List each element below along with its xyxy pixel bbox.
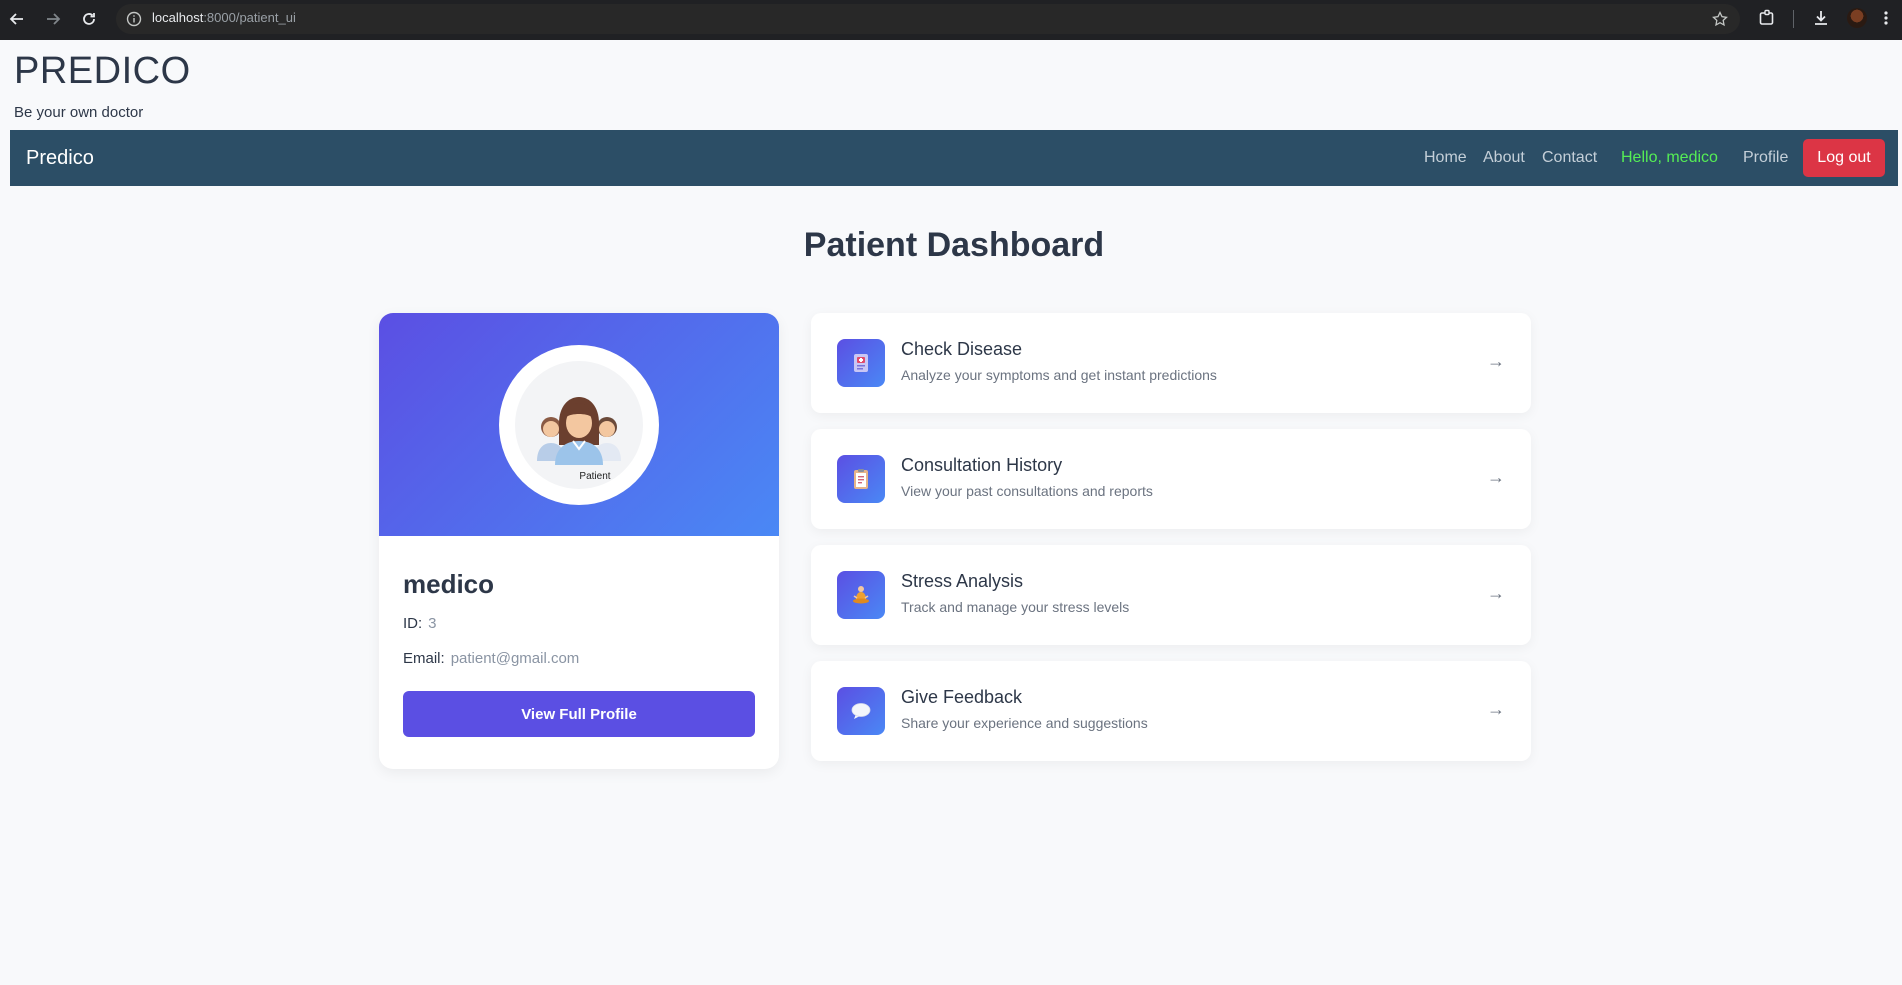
arrow-right-icon: → — [1487, 583, 1505, 603]
bookmark-star-icon[interactable] — [1712, 10, 1728, 27]
view-full-profile-button[interactable]: View Full Profile — [403, 691, 755, 737]
main-navbar: Predico Home About Contact Hello, medico… — [10, 130, 1898, 186]
action-card-check-disease[interactable]: Check Disease Analyze your symptoms and … — [811, 313, 1531, 413]
email-value: patient@gmail.com — [450, 650, 580, 667]
download-icon[interactable] — [1812, 9, 1830, 27]
clipboard-icon — [837, 455, 885, 503]
arrow-right-icon: → — [1487, 467, 1505, 487]
arrow-right-icon: → — [1487, 351, 1505, 371]
arrow-right-icon: → — [1487, 699, 1505, 719]
nav-about[interactable]: About — [1483, 149, 1525, 167]
site-title: PREDICO — [14, 50, 191, 92]
site-tagline: Be your own doctor — [14, 104, 144, 121]
url-path: :8000/patient_ui — [203, 10, 296, 25]
reload-icon[interactable] — [77, 7, 101, 31]
url-text: localhost:8000/patient_ui — [152, 10, 296, 25]
speech-bubble-icon — [837, 687, 885, 735]
profile-id-row: ID: 3 — [403, 615, 437, 632]
id-label: ID: — [403, 615, 423, 632]
profile-email-row: Email: patient@gmail.com — [403, 650, 579, 667]
logout-button[interactable]: Log out — [1803, 139, 1885, 177]
toolbar-divider — [1793, 10, 1794, 28]
profile-card: Patient medico ID: 3 Email: patient@gmail.… — [379, 313, 779, 769]
page-title: Patient Dashboard — [803, 226, 1105, 264]
nav-home[interactable]: Home — [1424, 149, 1467, 167]
action-title: Consultation History — [901, 455, 1063, 475]
url-host: localhost — [152, 10, 204, 25]
action-card-give-feedback[interactable]: Give Feedback Share your experience and … — [811, 661, 1531, 761]
action-description: Share your experience and suggestions — [901, 715, 1148, 731]
action-description: View your past consultations and reports — [901, 483, 1153, 499]
meditation-icon — [837, 571, 885, 619]
site-info-icon[interactable] — [126, 11, 142, 27]
action-title: Give Feedback — [901, 687, 1023, 707]
diagnosis-icon — [837, 339, 885, 387]
patient-avatar-icon: Patient — [515, 361, 643, 489]
back-icon[interactable] — [5, 7, 29, 31]
action-description: Analyze your symptoms and get instant pr… — [901, 367, 1217, 383]
action-title: Stress Analysis — [901, 571, 1024, 591]
extensions-icon[interactable] — [1758, 9, 1776, 27]
action-card-consultation-history[interactable]: Consultation History View your past cons… — [811, 429, 1531, 529]
avatar-label: Patient — [579, 471, 611, 482]
action-description: Track and manage your stress levels — [901, 599, 1130, 615]
browser-toolbar: localhost:8000/patient_ui — [0, 0, 1902, 40]
profile-name: medico — [403, 569, 495, 599]
browser-profile-avatar[interactable] — [1847, 8, 1867, 28]
avatar: Patient — [499, 345, 659, 505]
action-card-stress-analysis[interactable]: Stress Analysis Track and manage your st… — [811, 545, 1531, 645]
forward-icon[interactable] — [41, 7, 65, 31]
id-value: 3 — [428, 615, 437, 632]
address-bar[interactable]: localhost:8000/patient_ui — [116, 4, 1740, 34]
user-greeting: Hello, medico — [1621, 149, 1718, 166]
nav-contact[interactable]: Contact — [1542, 149, 1597, 167]
email-label: Email: — [403, 650, 445, 667]
nav-profile[interactable]: Profile — [1743, 149, 1788, 167]
navbar-brand[interactable]: Predico — [26, 147, 94, 170]
menu-kebab-icon[interactable] — [1882, 9, 1890, 27]
profile-banner: Patient — [379, 313, 779, 536]
action-title: Check Disease — [901, 339, 1023, 359]
